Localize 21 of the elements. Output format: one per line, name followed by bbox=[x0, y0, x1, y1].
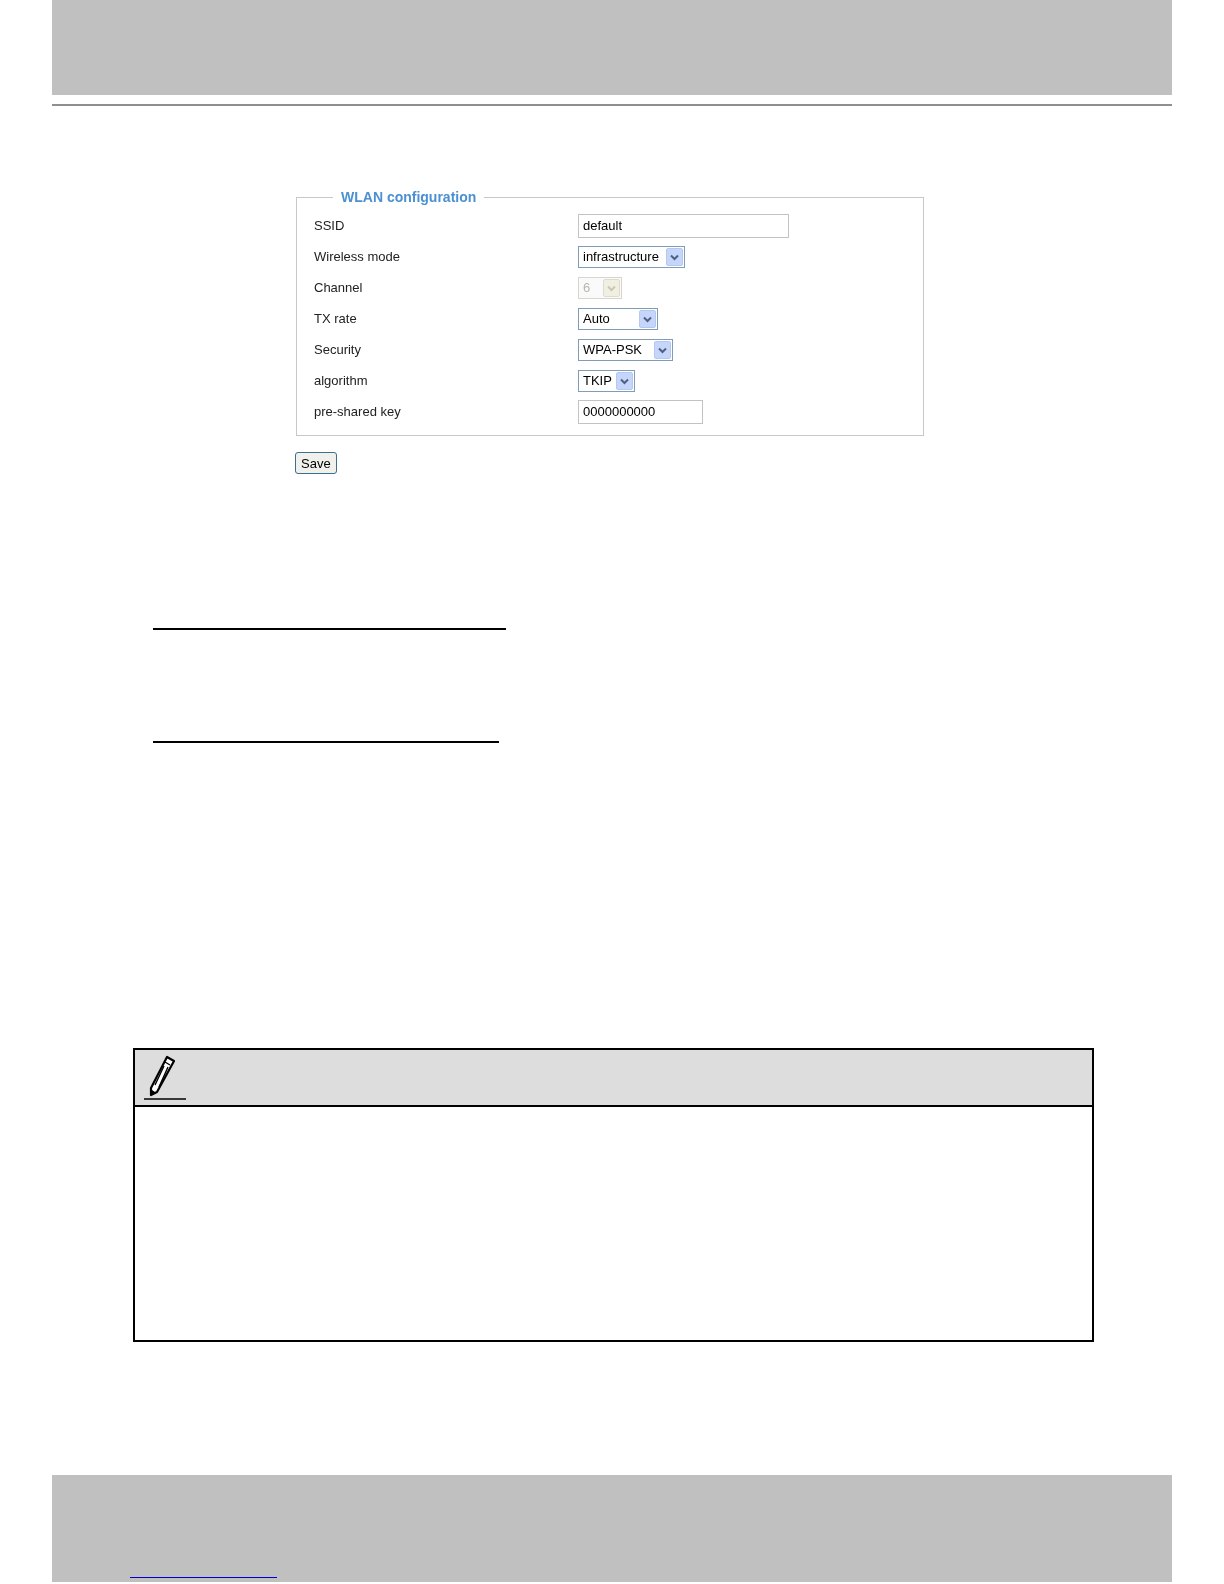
field-label: Channel bbox=[314, 278, 364, 297]
chevron-down-icon bbox=[654, 340, 671, 359]
text-input-field[interactable]: 0000000000 bbox=[578, 399, 703, 424]
field-label: TX rate bbox=[314, 309, 358, 328]
pencil-icon bbox=[143, 1054, 187, 1100]
wlan-config-legend: WLAN configuration bbox=[333, 188, 485, 206]
chevron-down-icon bbox=[616, 371, 633, 390]
dropdown-select[interactable]: Auto bbox=[578, 307, 658, 330]
save-button[interactable]: Save bbox=[295, 452, 337, 474]
chevron-down-icon bbox=[666, 247, 683, 266]
field-label: SSID bbox=[314, 216, 346, 235]
text-input-field[interactable]: default bbox=[578, 213, 789, 238]
field-label: Wireless mode bbox=[314, 247, 401, 266]
chevron-down-icon bbox=[639, 309, 656, 328]
dropdown-select[interactable]: TKIP bbox=[578, 369, 635, 392]
dropdown-select[interactable]: infrastructure bbox=[578, 245, 685, 268]
field-label: Security bbox=[314, 340, 362, 359]
dropdown-select[interactable]: WPA-PSK bbox=[578, 338, 673, 361]
field-label: algorithm bbox=[314, 371, 369, 390]
chevron-down-icon bbox=[603, 278, 620, 297]
field-label: pre-shared key bbox=[314, 402, 402, 421]
